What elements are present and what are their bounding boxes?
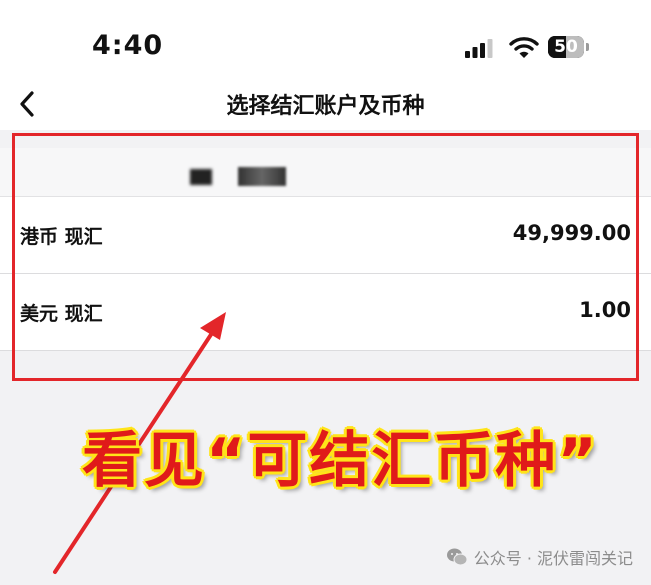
annotation-text: 看见“可结汇币种” (82, 426, 599, 496)
wechat-icon (446, 548, 468, 566)
battery-level: 50 (554, 37, 578, 57)
battery-icon: 50 (548, 36, 592, 60)
watermark: 公众号 · 泥伏雷闯关记 (446, 545, 633, 569)
cellular-signal-icon (465, 39, 493, 58)
wifi-icon (509, 37, 539, 58)
navigation-bar: 选择结汇账户及币种 (0, 80, 651, 130)
page-title: 选择结汇账户及币种 (226, 94, 425, 119)
highlight-box (12, 133, 639, 381)
status-time: 4:40 (92, 30, 164, 61)
status-bar: 4:40 50 (0, 0, 651, 80)
watermark-text: 公众号 · 泥伏雷闯关记 (473, 549, 633, 568)
